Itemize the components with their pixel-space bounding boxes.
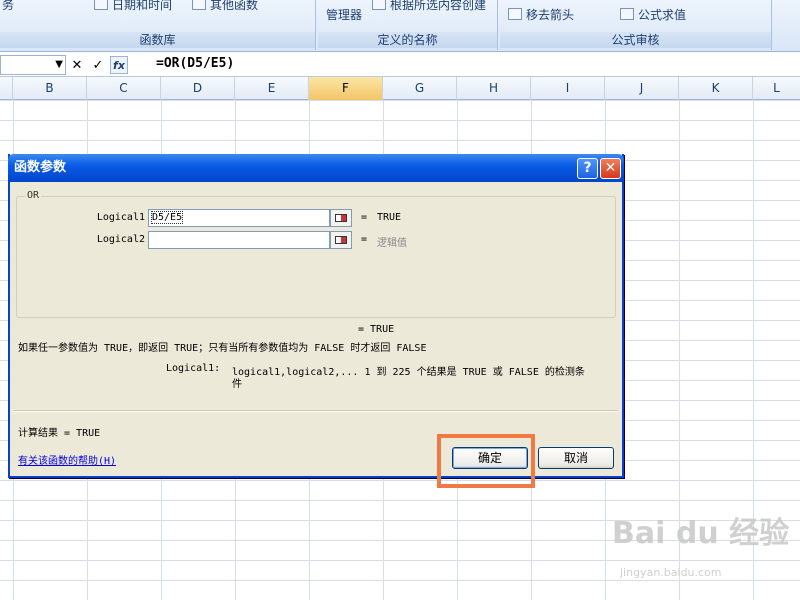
arguments-group: OR Logical1 D5/E5 = TRUE Logical2 = 逻辑值 — [16, 190, 617, 318]
create-from-selection-button[interactable]: 根据所选内容创建 — [390, 0, 486, 13]
column-header-j[interactable]: J — [605, 77, 679, 100]
column-header-l[interactable]: L — [753, 77, 800, 100]
column-header-k[interactable]: K — [679, 77, 753, 100]
screen: 务 日期和时间 其他函数 函数库 管理器 根据所选内容创建 定义的名称 移去箭头… — [0, 0, 800, 600]
dialog-title: 函数参数 — [14, 160, 67, 175]
function-description: 如果任一参数值为 TRUE，即返回 TRUE；只有当所有参数值均为 FALSE … — [18, 343, 427, 354]
group-title-formula-auditing: 公式审核 — [500, 32, 771, 48]
close-icon[interactable]: ✕ — [600, 158, 621, 179]
ribbon-group-defined-names: 管理器 根据所选内容创建 定义的名称 — [318, 0, 498, 50]
column-header-g[interactable]: G — [383, 77, 457, 100]
ribbon-group-function-library: 务 日期和时间 其他函数 函数库 — [0, 0, 316, 50]
collapse-dialog-icon[interactable] — [330, 231, 352, 249]
help-icon[interactable]: ? — [577, 158, 598, 179]
group-title-function-library: 函数库 — [0, 32, 315, 48]
argument-row-logical2: Logical2 = 逻辑值 — [17, 231, 617, 249]
arg-help-name: Logical1: — [166, 363, 221, 374]
logical2-label: Logical2 — [96, 234, 145, 245]
insert-function-icon[interactable]: fx — [110, 56, 128, 74]
remove-arrows-icon — [508, 8, 522, 20]
column-header-f[interactable]: F — [309, 77, 383, 100]
formula-buttons: ✕ ✓ fx — [68, 56, 128, 74]
arg-help-text-cont: 件 — [232, 379, 242, 390]
column-header-i[interactable]: I — [531, 77, 605, 100]
formula-input[interactable]: =OR(D5/E5) — [156, 56, 234, 71]
watermark-logo: Bai du 经验 — [612, 516, 790, 551]
arg-help-text: logical1,logical2,... 1 到 225 个结果是 TRUE … — [232, 367, 585, 378]
ok-button[interactable]: 确定 — [452, 447, 528, 469]
calculation-result: 计算结果 = TRUE — [18, 428, 101, 439]
logical2-input[interactable] — [148, 231, 330, 249]
column-header-b[interactable]: B — [13, 77, 87, 100]
other-functions-button[interactable]: 其他函数 — [210, 0, 258, 13]
column-header-e[interactable]: E — [235, 77, 309, 100]
functions-icon — [192, 0, 206, 10]
datetime-button[interactable]: 日期和时间 — [112, 0, 172, 13]
remove-arrows-button[interactable]: 移去箭头 — [526, 6, 574, 23]
group-title-defined-names: 定义的名称 — [318, 32, 497, 48]
evaluate-formula-button[interactable]: 公式求值 — [638, 6, 686, 23]
calendar-icon — [94, 0, 108, 10]
collapse-dialog-icon[interactable] — [330, 209, 352, 227]
ribbon: 务 日期和时间 其他函数 函数库 管理器 根据所选内容创建 定义的名称 移去箭头… — [0, 0, 800, 52]
divider — [14, 410, 618, 412]
logical2-equals: = — [361, 234, 368, 245]
function-arguments-dialog: 函数参数 ? ✕ OR Logical1 D5/E5 = TRUE Logica… — [8, 154, 624, 478]
logical1-label: Logical1 — [96, 212, 145, 223]
argument-row-logical1: Logical1 D5/E5 = TRUE — [17, 209, 617, 227]
ribbon-partial-label: 务 — [2, 0, 15, 12]
formula-bar: ▼ ✕ ✓ fx =OR(D5/E5) — [0, 53, 800, 77]
overall-result: = TRUE — [358, 324, 395, 335]
logical1-equals: = — [361, 212, 368, 223]
column-header-d[interactable]: D — [161, 77, 235, 100]
column-header-c[interactable]: C — [87, 77, 161, 100]
logical2-result: 逻辑值 — [377, 238, 407, 249]
column-headers: B C D E F G H I J K L — [0, 77, 800, 100]
name-box[interactable]: ▼ — [0, 55, 66, 75]
dialog-title-bar[interactable]: 函数参数 ? ✕ — [8, 154, 624, 182]
create-names-icon — [372, 0, 386, 10]
cancel-button[interactable]: 取消 — [538, 447, 614, 469]
chevron-down-icon[interactable]: ▼ — [55, 59, 63, 70]
watermark-url: jingyan.baidu.com — [620, 566, 722, 579]
select-all-corner[interactable] — [0, 77, 13, 100]
evaluate-formula-icon — [620, 8, 634, 20]
enter-formula-icon[interactable]: ✓ — [89, 56, 107, 74]
cancel-formula-icon[interactable]: ✕ — [68, 56, 86, 74]
function-help-link[interactable]: 有关该函数的帮助(H) — [18, 452, 116, 467]
function-name: OR — [25, 190, 42, 201]
ribbon-group-formula-auditing: 移去箭头 公式求值 公式审核 — [500, 0, 772, 50]
logical1-value: D5/E5 — [151, 211, 184, 224]
name-manager-button[interactable]: 管理器 — [326, 6, 362, 23]
logical1-input[interactable]: D5/E5 — [148, 209, 330, 227]
column-header-h[interactable]: H — [457, 77, 531, 100]
logical1-result: TRUE — [377, 212, 402, 223]
